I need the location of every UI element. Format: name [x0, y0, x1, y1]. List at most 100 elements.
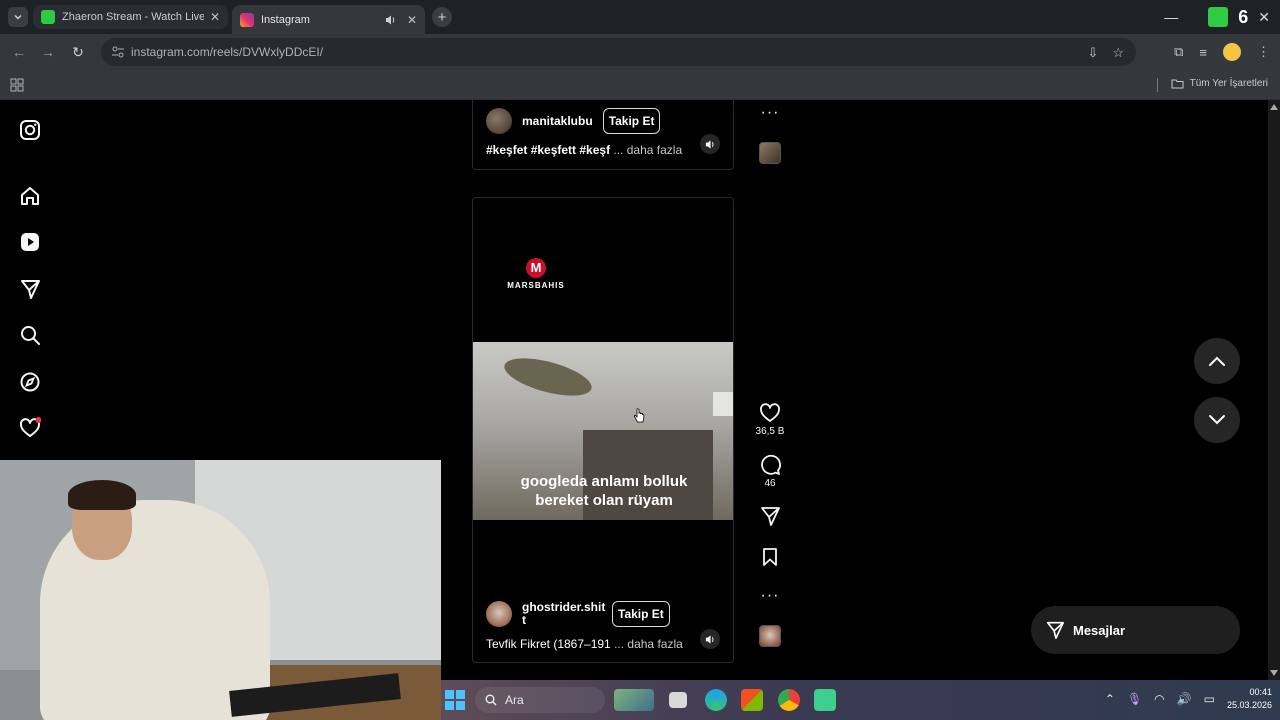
explore-icon[interactable]: [19, 371, 41, 393]
hand-cursor-icon: [633, 408, 645, 423]
home-icon[interactable]: [19, 185, 41, 207]
save-action[interactable]: [761, 547, 779, 567]
previous-reel-button[interactable]: [1194, 338, 1240, 384]
reel-actions: 36,5 B 46 ···: [752, 403, 788, 647]
clock[interactable]: 00:41 25.03.2026: [1227, 686, 1272, 712]
messages-button[interactable]: Mesajlar: [1031, 606, 1240, 654]
edge-icon[interactable]: [705, 689, 727, 711]
notifications-icon[interactable]: [19, 417, 41, 439]
speaker-icon[interactable]: [385, 14, 397, 26]
tab-title: Zhaeron Stream - Watch Live o: [62, 11, 204, 23]
taskbar-search-label: Ara: [505, 693, 524, 707]
tab-instagram[interactable]: Instagram ✕: [232, 5, 425, 34]
tab-search-button[interactable]: [8, 7, 28, 27]
comment-count: 46: [764, 478, 776, 489]
like-action[interactable]: 36,5 B: [756, 403, 784, 437]
site-info-icon[interactable]: [111, 45, 125, 59]
close-tab-icon[interactable]: ✕: [407, 13, 417, 27]
share-icon[interactable]: [759, 505, 781, 527]
webcam-person-hair: [68, 480, 136, 510]
windows-taskbar: Ara ⌃ 🎙 ◠ 🔊 ▭ 00:41 25.03.2026: [441, 680, 1280, 720]
follow-button[interactable]: Takip Et: [602, 108, 661, 134]
chevron-down-icon: [1209, 415, 1225, 425]
widgets-icon[interactable]: [614, 689, 654, 711]
tab-zhaeron[interactable]: Zhaeron Stream - Watch Live o ✕: [33, 5, 228, 29]
tab-title: Instagram: [261, 13, 310, 26]
extensions-icon[interactable]: ⧉: [1174, 44, 1183, 60]
more-link[interactable]: ... daha fazla: [613, 143, 682, 157]
search-icon[interactable]: [19, 324, 41, 346]
media-control-icon[interactable]: ≡: [1199, 45, 1207, 60]
reel-caption[interactable]: #keşfet #keşfett #keşf ... daha fazla: [486, 143, 682, 157]
username[interactable]: ghostrider.shit t: [522, 600, 606, 627]
file-explorer-icon[interactable]: [669, 692, 687, 708]
audio-button[interactable]: [700, 629, 720, 649]
messages-icon: [1046, 621, 1064, 639]
wifi-icon[interactable]: ◠: [1154, 692, 1164, 706]
page-scrollbar[interactable]: [1268, 100, 1280, 680]
taskbar-search[interactable]: Ara: [475, 687, 605, 713]
reel-video[interactable]: googleda anlamı bolluk bereket olan rüya…: [473, 342, 733, 520]
scroll-up-arrow-icon[interactable]: [1270, 104, 1278, 110]
chrome-icon[interactable]: [778, 689, 800, 711]
follow-button[interactable]: Takip Et: [612, 601, 670, 627]
audio-thumbnail[interactable]: [759, 142, 781, 164]
next-reel-button[interactable]: [1194, 397, 1240, 443]
reel-card[interactable]: M MARSBAHIS googleda anlamı bolluk berek…: [472, 197, 734, 663]
heart-icon[interactable]: [759, 403, 781, 423]
webcam-overlay: [0, 460, 441, 720]
more-link[interactable]: ... daha fazla: [614, 637, 683, 651]
battery-icon[interactable]: ▭: [1204, 692, 1215, 706]
url-text: instagram.com/reels/DVWxlyDDcEI/: [131, 45, 324, 59]
address-bar[interactable]: instagram.com/reels/DVWxlyDDcEI/ ⇩ ☆: [101, 38, 1136, 66]
reload-button[interactable]: ↻: [69, 43, 87, 61]
more-options-icon[interactable]: ···: [761, 104, 780, 122]
bookmark-star-icon[interactable]: ☆: [1112, 45, 1124, 61]
avatar[interactable]: [486, 108, 512, 134]
forward-button[interactable]: →: [39, 43, 57, 61]
username[interactable]: manitaklubu: [522, 114, 593, 128]
reel-card[interactable]: manitaklubu Takip Et #keşfet #keşfett #k…: [472, 100, 734, 170]
messages-icon[interactable]: [19, 278, 41, 300]
apps-grid-icon[interactable]: [10, 78, 24, 92]
comment-icon[interactable]: [759, 453, 781, 475]
minimize-icon[interactable]: —: [1164, 9, 1178, 25]
back-button[interactable]: ←: [10, 43, 28, 61]
reel-caption[interactable]: Tevfik Fikret (1867–191 ... daha fazla: [486, 637, 683, 651]
audio-button[interactable]: [700, 134, 720, 154]
scroll-down-arrow-icon[interactable]: [1270, 670, 1278, 676]
store-icon[interactable]: [741, 689, 763, 711]
bookmark-icon[interactable]: [761, 547, 779, 567]
comment-action[interactable]: 46: [759, 453, 781, 489]
username-line: ghostrider.shit: [522, 600, 606, 614]
close-window-icon[interactable]: ✕: [1258, 9, 1270, 26]
tab-strip: Zhaeron Stream - Watch Live o ✕ Instagra…: [0, 0, 1280, 34]
reels-icon[interactable]: [19, 231, 41, 253]
folder-icon: [1171, 79, 1184, 89]
new-tab-button[interactable]: +: [432, 7, 452, 27]
audio-thumbnail[interactable]: [759, 625, 781, 647]
avatar[interactable]: [486, 601, 512, 627]
microphone-icon[interactable]: 🎙: [1127, 692, 1142, 706]
all-bookmarks-button[interactable]: Tüm Yer İşaretleri: [1171, 78, 1268, 89]
share-action[interactable]: [759, 505, 781, 527]
video-caption-line: bereket olan rüyam: [535, 492, 673, 509]
system-tray: ⌃ 🎙 ◠ 🔊 ▭ 00:41 25.03.2026: [1105, 686, 1272, 712]
instagram-favicon-icon: [240, 12, 254, 27]
profile-avatar[interactable]: [1223, 43, 1241, 61]
clock-date: 25.03.2026: [1226, 700, 1272, 710]
reel-author: manitaklubu Takip Et: [486, 108, 661, 134]
search-icon: [485, 694, 497, 706]
username-line: t: [522, 613, 526, 627]
instagram-logo-icon[interactable]: [19, 119, 41, 141]
menu-icon[interactable]: ⋮: [1257, 44, 1270, 60]
tray-expand-icon[interactable]: ⌃: [1105, 692, 1115, 706]
speaker-icon: [705, 634, 713, 644]
app-icon[interactable]: [814, 689, 836, 711]
windows-start-icon[interactable]: [445, 690, 465, 710]
browser-toolbar: ← → ↻ instagram.com/reels/DVWxlyDDcEI/ ⇩…: [0, 34, 1280, 70]
more-options-icon[interactable]: ···: [761, 587, 780, 605]
close-tab-icon[interactable]: ✕: [210, 10, 220, 24]
volume-icon[interactable]: 🔊: [1177, 692, 1192, 706]
install-app-icon[interactable]: ⇩: [1087, 45, 1098, 61]
